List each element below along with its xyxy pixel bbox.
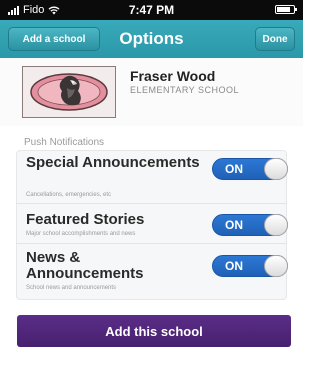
setting-title: Special Announcements <box>26 154 200 171</box>
news-announcements-toggle[interactable]: ON <box>212 255 288 277</box>
section-title: Push Notifications <box>24 137 105 148</box>
special-announcements-toggle[interactable]: ON <box>212 158 288 180</box>
school-name: Fraser Wood <box>130 68 216 84</box>
toggle-on-label: ON <box>225 162 243 176</box>
status-bar: Fido 7:47 PM <box>0 0 303 20</box>
battery-icon <box>275 5 297 14</box>
setting-title: News & Announcements <box>26 249 144 282</box>
toggle-knob <box>264 255 288 277</box>
school-type: ELEMENTARY SCHOOL <box>130 85 240 95</box>
toggle-on-label: ON <box>225 259 243 273</box>
row-divider <box>16 243 287 244</box>
done-button[interactable]: Done <box>255 27 295 51</box>
add-this-school-button[interactable]: Add this school <box>17 315 291 347</box>
setting-title: Featured Stories <box>26 211 145 228</box>
toggle-knob <box>264 214 288 236</box>
row-divider <box>16 203 287 204</box>
status-time: 7:47 PM <box>128 3 175 17</box>
setting-description: Major school accomplishments and news <box>26 231 136 237</box>
toggle-knob <box>264 158 288 180</box>
featured-stories-toggle[interactable]: ON <box>212 214 288 236</box>
school-logo <box>22 66 116 118</box>
setting-description: School news and announcements <box>26 285 117 291</box>
eagle-logo-icon <box>30 73 108 111</box>
setting-description: Cancellations, emergencies, etc <box>26 192 112 198</box>
toggle-on-label: ON <box>225 218 243 232</box>
navigation-bar: Add a school Options Done <box>0 20 303 59</box>
